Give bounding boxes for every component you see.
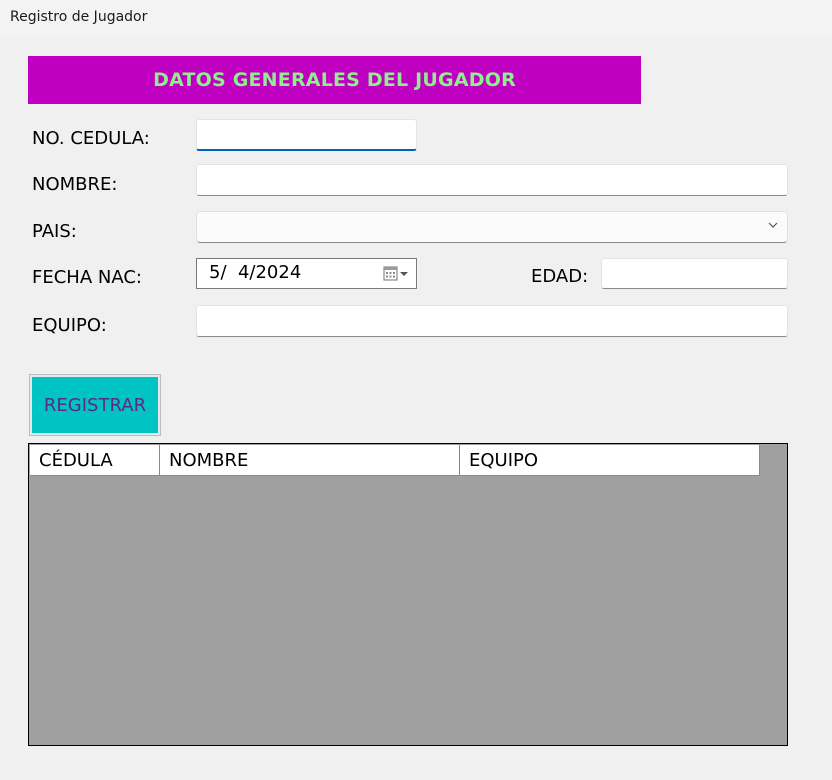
chevron-down-icon xyxy=(768,222,778,228)
pais-label: PAIS: xyxy=(32,221,77,242)
nombre-label: NOMBRE: xyxy=(32,174,118,195)
pais-combobox[interactable] xyxy=(196,211,788,243)
title-bar: Registro de Jugador xyxy=(0,0,832,36)
column-header-cedula[interactable]: CÉDULA xyxy=(30,445,160,476)
equipo-input[interactable] xyxy=(196,305,788,337)
fecha-nac-datepicker[interactable]: 5/ 4/2024 xyxy=(196,258,417,289)
section-banner: DATOS GENERALES DEL JUGADOR xyxy=(28,56,641,104)
cedula-label: NO. CEDULA: xyxy=(32,128,150,149)
column-header-equipo[interactable]: EQUIPO xyxy=(460,445,760,476)
calendar-icon[interactable] xyxy=(382,265,410,283)
grid-header-row: CÉDULA NOMBRE EQUIPO xyxy=(30,445,760,476)
register-button[interactable]: REGISTRAR xyxy=(29,374,161,436)
registro-window: Registro de Jugador DATOS GENERALES DEL … xyxy=(0,0,832,780)
register-button-label: REGISTRAR xyxy=(43,394,147,416)
edad-input[interactable] xyxy=(601,258,788,289)
window-title: Registro de Jugador xyxy=(10,9,148,25)
fecha-nac-value: 5/ 4/2024 xyxy=(209,262,302,283)
equipo-label: EQUIPO: xyxy=(32,315,107,336)
edad-label: EDAD: xyxy=(531,266,589,287)
cedula-input[interactable] xyxy=(196,119,417,151)
nombre-input[interactable] xyxy=(196,164,788,196)
fecha-nac-label: FECHA NAC: xyxy=(32,267,142,288)
column-header-nombre[interactable]: NOMBRE xyxy=(160,445,460,476)
players-grid[interactable]: CÉDULA NOMBRE EQUIPO xyxy=(28,443,788,746)
banner-title: DATOS GENERALES DEL JUGADOR xyxy=(153,69,516,91)
